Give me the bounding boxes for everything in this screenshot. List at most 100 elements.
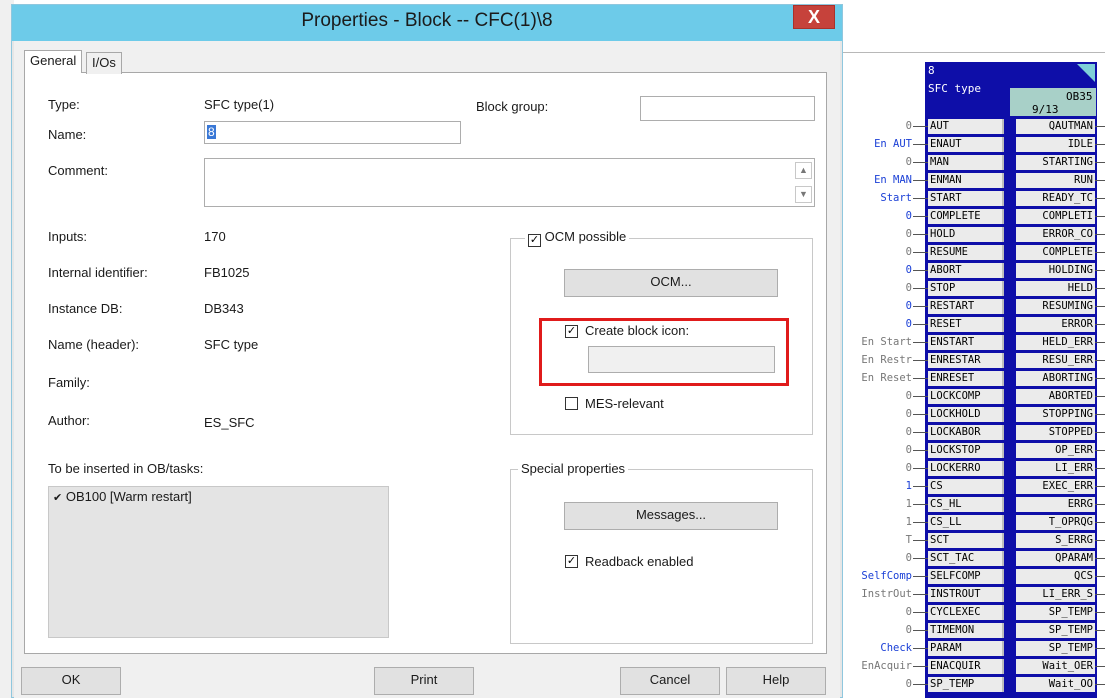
- output-pin[interactable]: HELD: [1016, 281, 1095, 296]
- messages-button[interactable]: Messages...: [564, 502, 778, 530]
- output-pin[interactable]: Wait_OO: [1016, 677, 1095, 692]
- input-pin[interactable]: STOP: [928, 281, 1004, 296]
- input-pin[interactable]: RESET: [928, 317, 1004, 332]
- cfc-sheet-border: [843, 52, 1105, 53]
- input-pin[interactable]: SCT_TAC: [928, 551, 1004, 566]
- output-pin[interactable]: ERROR: [1016, 317, 1095, 332]
- input-pin[interactable]: PARAM: [928, 641, 1004, 656]
- input-pin[interactable]: ENAUT: [928, 137, 1004, 152]
- close-button[interactable]: X: [793, 5, 835, 29]
- output-pin[interactable]: STOPPED: [1016, 425, 1095, 440]
- output-pin[interactable]: STARTING: [1016, 155, 1095, 170]
- input-pin[interactable]: LOCKERRO: [928, 461, 1004, 476]
- output-pin[interactable]: RESU_ERR: [1016, 353, 1095, 368]
- output-pin[interactable]: IDLE: [1016, 137, 1095, 152]
- red-highlight-box: [539, 318, 789, 386]
- input-pin[interactable]: RESTART: [928, 299, 1004, 314]
- pin-value: 0: [905, 678, 912, 690]
- pin-value: EnAcquir: [861, 660, 912, 672]
- scroll-down-icon[interactable]: ▼: [795, 186, 812, 203]
- input-pin[interactable]: START: [928, 191, 1004, 206]
- pin-value: En Restr: [861, 354, 912, 366]
- output-pin[interactable]: T_OPRQG: [1016, 515, 1095, 530]
- output-pin[interactable]: QPARAM: [1016, 551, 1095, 566]
- output-pin[interactable]: SP_TEMP: [1016, 623, 1095, 638]
- pin-connector: [1095, 576, 1105, 577]
- output-pin[interactable]: HOLDING: [1016, 263, 1095, 278]
- cancel-button[interactable]: Cancel: [620, 667, 720, 695]
- input-pin[interactable]: AUT: [928, 119, 1004, 134]
- output-pin[interactable]: EXEC_ERR: [1016, 479, 1095, 494]
- ok-button[interactable]: OK: [21, 667, 121, 695]
- input-pin[interactable]: SELFCOMP: [928, 569, 1004, 584]
- output-pin[interactable]: HELD_ERR: [1016, 335, 1095, 350]
- input-pin[interactable]: LOCKSTOP: [928, 443, 1004, 458]
- pin-value: SelfComp: [861, 570, 912, 582]
- input-pin[interactable]: RESUME: [928, 245, 1004, 260]
- output-pin[interactable]: SP_TEMP: [1016, 605, 1095, 620]
- input-pin[interactable]: ENMAN: [928, 173, 1004, 188]
- mes-relevant-checkbox[interactable]: [565, 397, 578, 410]
- pin-connector: [1095, 684, 1105, 685]
- output-pin[interactable]: LI_ERR_S: [1016, 587, 1095, 602]
- output-pin[interactable]: QAUTMAN: [1016, 119, 1095, 134]
- input-pin[interactable]: LOCKCOMP: [928, 389, 1004, 404]
- input-pin[interactable]: ABORT: [928, 263, 1004, 278]
- output-pin[interactable]: QCS: [1016, 569, 1095, 584]
- input-pin[interactable]: ENRESTAR: [928, 353, 1004, 368]
- print-button[interactable]: Print: [374, 667, 474, 695]
- input-pin[interactable]: CS_HL: [928, 497, 1004, 512]
- input-pin[interactable]: TIMEMON: [928, 623, 1004, 638]
- pin-connector: [1095, 540, 1105, 541]
- input-pin[interactable]: LOCKHOLD: [928, 407, 1004, 422]
- output-pin[interactable]: RESUMING: [1016, 299, 1095, 314]
- name-field[interactable]: 8: [204, 121, 461, 144]
- input-pin[interactable]: INSTROUT: [928, 587, 1004, 602]
- output-pin[interactable]: COMPLETI: [1016, 209, 1095, 224]
- output-pin[interactable]: ERRG: [1016, 497, 1095, 512]
- ob-tasks-list[interactable]: ✔ OB100 [Warm restart]: [48, 486, 389, 638]
- list-item[interactable]: ✔ OB100 [Warm restart]: [53, 489, 192, 504]
- tab-ios[interactable]: I/Os: [86, 52, 122, 74]
- input-pin[interactable]: SCT: [928, 533, 1004, 548]
- output-pin[interactable]: ERROR_CO: [1016, 227, 1095, 242]
- pin-connector: [913, 540, 928, 541]
- input-pin[interactable]: ENRESET: [928, 371, 1004, 386]
- output-pin[interactable]: READY_TC: [1016, 191, 1095, 206]
- input-pin[interactable]: LOCKABOR: [928, 425, 1004, 440]
- ocm-button[interactable]: OCM...: [564, 269, 778, 297]
- instance-db-value: DB343: [204, 301, 244, 316]
- input-pin[interactable]: MAN: [928, 155, 1004, 170]
- pin-connector: [1095, 432, 1105, 433]
- cfc-block-sort: 9/13: [1032, 103, 1059, 116]
- pin-value: 0: [905, 426, 912, 438]
- input-pin[interactable]: ENSTART: [928, 335, 1004, 350]
- input-pin[interactable]: CS_LL: [928, 515, 1004, 530]
- block-group-field[interactable]: [640, 96, 815, 121]
- scroll-up-icon[interactable]: ▲: [795, 162, 812, 179]
- ocm-possible-checkbox[interactable]: ✓: [528, 234, 541, 247]
- output-pin[interactable]: Wait_OER: [1016, 659, 1095, 674]
- input-pin[interactable]: CS: [928, 479, 1004, 494]
- help-button[interactable]: Help: [726, 667, 826, 695]
- pin-connector: [913, 450, 928, 451]
- pin-value: En Reset: [861, 372, 912, 384]
- input-pin[interactable]: COMPLETE: [928, 209, 1004, 224]
- input-pin[interactable]: SP_TEMP: [928, 677, 1004, 692]
- readback-checkbox[interactable]: ✓: [565, 555, 578, 568]
- output-pin[interactable]: ABORTED: [1016, 389, 1095, 404]
- input-pin[interactable]: CYCLEXEC: [928, 605, 1004, 620]
- output-pin[interactable]: RUN: [1016, 173, 1095, 188]
- output-pin[interactable]: ABORTING: [1016, 371, 1095, 386]
- output-pin[interactable]: S_ERRG: [1016, 533, 1095, 548]
- input-pin[interactable]: HOLD: [928, 227, 1004, 242]
- pin-value: 0: [905, 624, 912, 636]
- tab-general[interactable]: General: [24, 50, 83, 73]
- output-pin[interactable]: COMPLETE: [1016, 245, 1095, 260]
- output-pin[interactable]: STOPPING: [1016, 407, 1095, 422]
- comment-field[interactable]: [204, 158, 815, 207]
- output-pin[interactable]: SP_TEMP: [1016, 641, 1095, 656]
- input-pin[interactable]: ENACQUIR: [928, 659, 1004, 674]
- output-pin[interactable]: OP_ERR: [1016, 443, 1095, 458]
- output-pin[interactable]: LI_ERR: [1016, 461, 1095, 476]
